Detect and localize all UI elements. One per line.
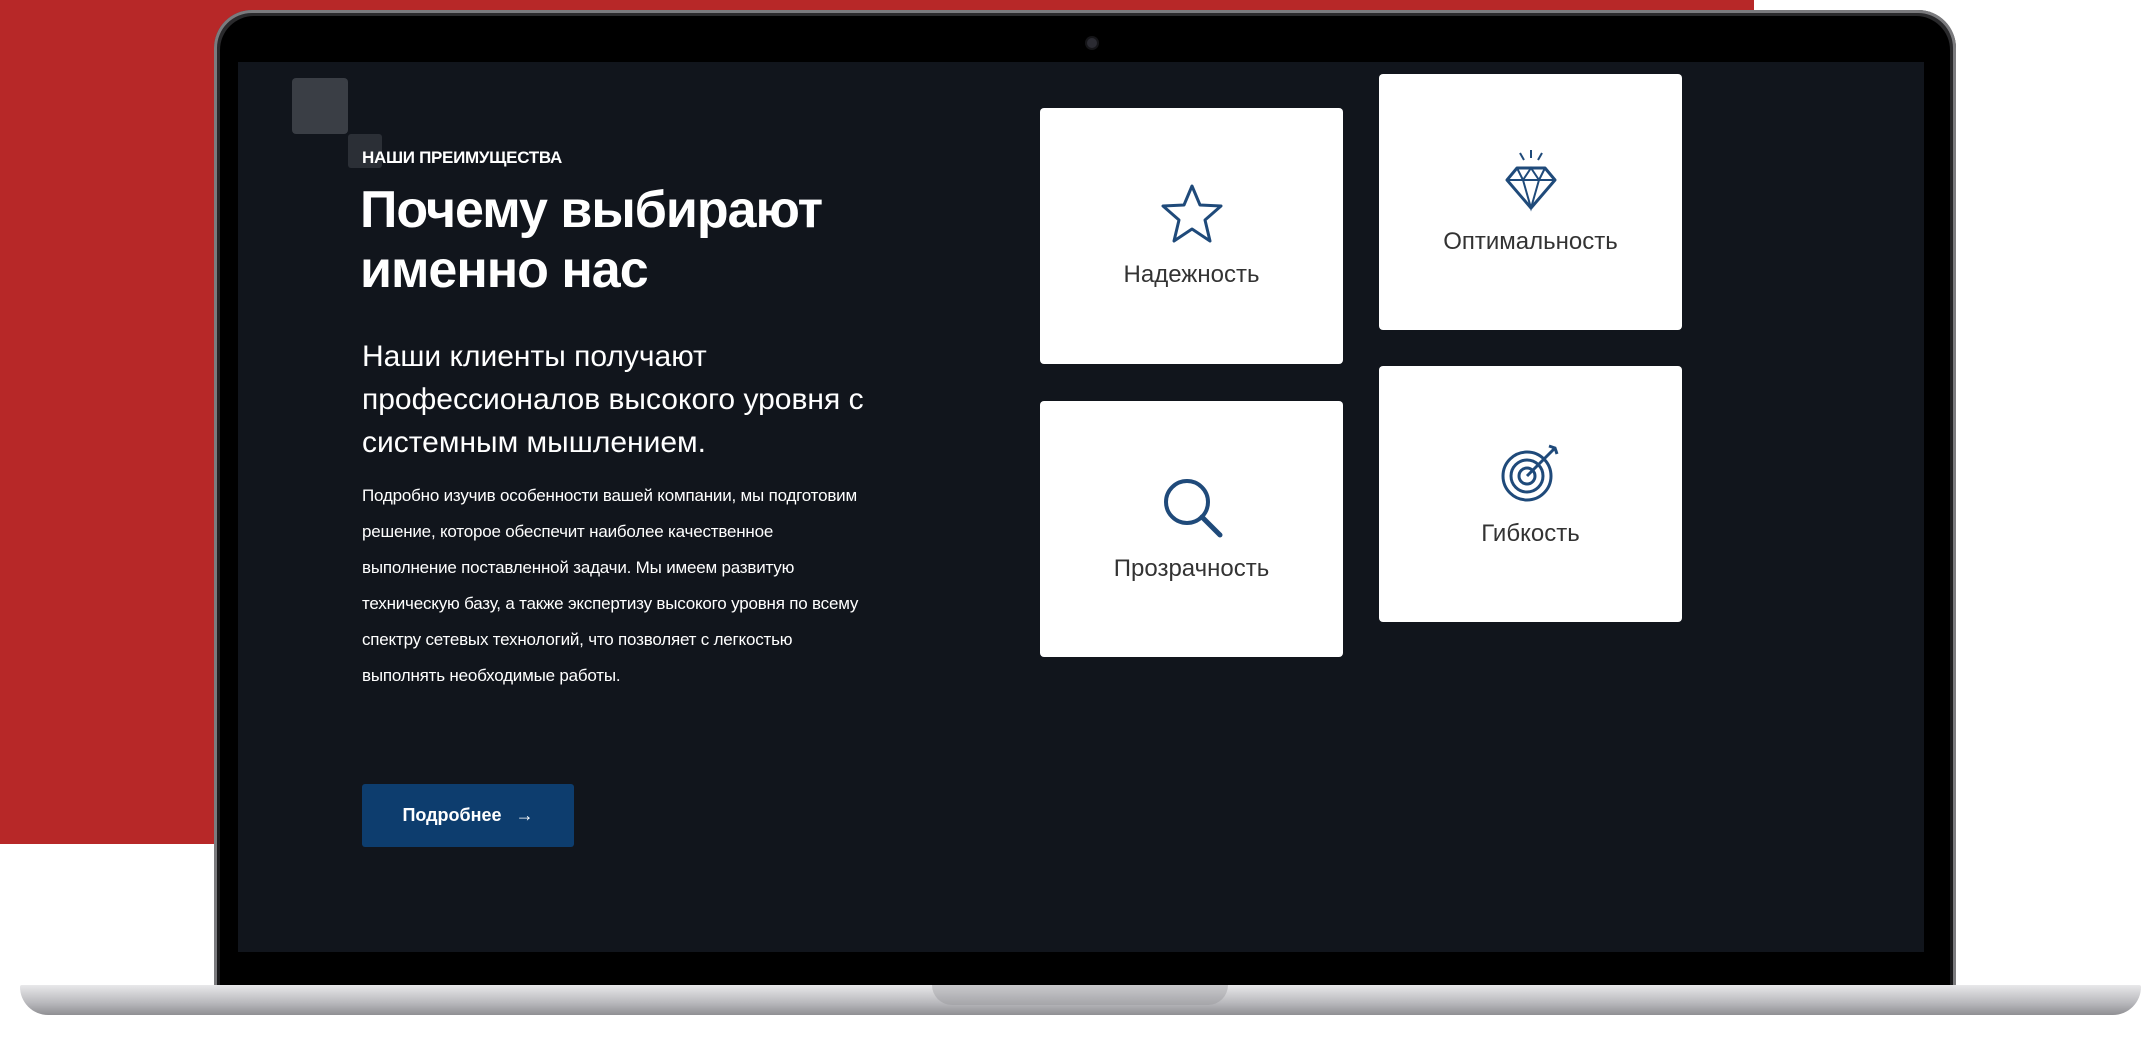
star-icon [1161, 184, 1222, 243]
camera-icon [1087, 38, 1097, 48]
feature-card-label: Прозрачность [1113, 555, 1270, 582]
arrow-right-icon: → [515, 805, 534, 825]
feature-card-reliability: Надежность [1040, 108, 1343, 364]
section-eyebrow: НАШИ ПРЕИМУЩЕСТВА [362, 148, 562, 167]
section-title: Почему выбирают именно нас [360, 181, 823, 299]
more-button-label: Подробнее [402, 805, 502, 825]
section-lead: Наши клиенты получают профессионалов выс… [362, 340, 864, 459]
laptop-base-notch [932, 985, 1228, 1005]
more-button[interactable]: Подробнее → [362, 784, 574, 847]
feature-card-label: Оптимальность [1443, 228, 1618, 255]
feature-card-flexibility: Гибкость [1379, 366, 1682, 622]
section-body: Подробно изучив особенности вашей компан… [362, 486, 859, 685]
magnifier-icon [1163, 479, 1222, 538]
feature-card-optimality: Оптимальность [1379, 74, 1682, 330]
feature-card-label: Надежность [1123, 261, 1260, 288]
target-icon [1501, 444, 1558, 502]
diamond-icon [1505, 150, 1556, 212]
feature-card-transparency: Прозрачность [1040, 401, 1343, 657]
feature-card-label: Гибкость [1481, 520, 1580, 547]
decorative-square [292, 78, 348, 134]
